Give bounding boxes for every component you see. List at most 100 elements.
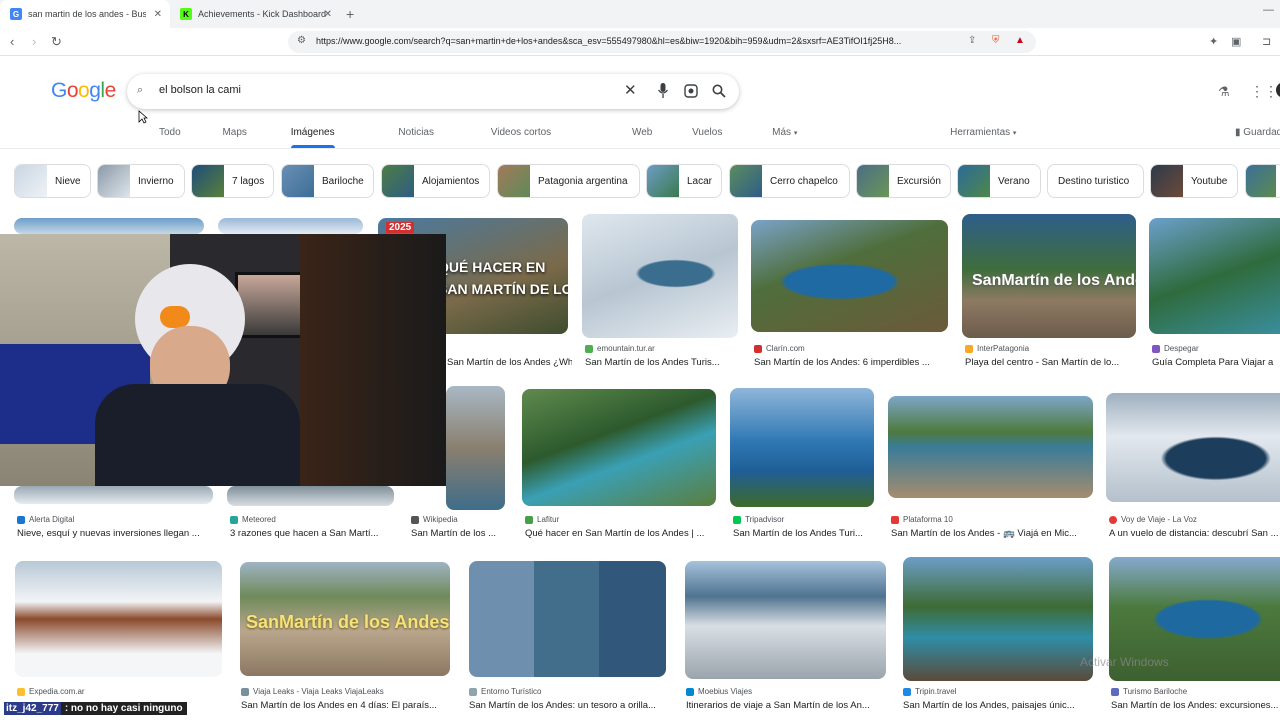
url-field[interactable]: ⚙ https://www.google.com/search?q=san+ma… — [288, 31, 1036, 53]
result-source[interactable]: Tripadvisor — [733, 515, 784, 524]
result-source[interactable]: Despegar — [1152, 344, 1199, 353]
result-caption[interactable]: Nieve, esquí y nuevas inversiones llegan… — [17, 528, 213, 539]
image-result[interactable] — [14, 486, 213, 504]
result-source[interactable]: emountain.tur.ar — [585, 344, 655, 353]
chip-alojamientos[interactable]: Alojamientos — [381, 164, 490, 198]
chip-bariloche[interactable]: Bariloche — [281, 164, 374, 198]
search-input[interactable]: el bolson la cami — [159, 84, 241, 96]
tab-noticias[interactable]: Noticias — [398, 127, 434, 138]
image-result[interactable] — [751, 220, 948, 332]
google-logo[interactable]: Google — [51, 79, 116, 103]
chip-lacar[interactable]: Lacar — [646, 164, 722, 198]
tab-todo[interactable]: Todo — [159, 127, 181, 138]
tab-videos-cortos[interactable]: Videos cortos — [491, 127, 551, 138]
image-result[interactable] — [685, 561, 886, 679]
image-result[interactable] — [15, 561, 222, 677]
search-submit-icon[interactable] — [712, 84, 726, 98]
result-source[interactable]: Moebius Viajes — [686, 687, 752, 696]
result-caption[interactable]: Qué hacer en San Martín de los Andes | .… — [525, 528, 715, 539]
result-caption[interactable]: San Martín de los Andes en 4 días: El pa… — [241, 700, 451, 711]
result-source[interactable]: Meteored — [230, 515, 276, 524]
extensions-icon[interactable]: ✦ — [1209, 35, 1218, 48]
reload-icon[interactable]: ↻ — [51, 34, 62, 50]
tab-web[interactable]: Web — [632, 127, 652, 138]
result-source[interactable]: Turismo Bariloche — [1111, 687, 1187, 696]
image-result[interactable]: SanMartín de los Andes — [962, 214, 1136, 338]
image-result[interactable] — [469, 561, 666, 677]
share-icon[interactable]: ⇪ — [968, 35, 976, 46]
lens-icon[interactable] — [684, 84, 698, 98]
chip-nieve[interactable]: Nieve — [14, 164, 91, 198]
image-result[interactable] — [903, 557, 1093, 681]
apps-grid-icon[interactable]: ⋮⋮ — [1250, 83, 1278, 100]
chip-invierno[interactable]: Invierno — [97, 164, 185, 198]
tab-kick-dashboard[interactable]: K Achievements - Kick Dashboard ✕ — [170, 0, 340, 28]
result-caption[interactable]: San Martín de los Andes: 6 imperdibles .… — [754, 357, 946, 368]
result-caption[interactable]: A un vuelo de distancia: descubrí San ..… — [1109, 528, 1280, 539]
site-info-icon[interactable]: ⚙ — [297, 35, 306, 46]
brave-rewards-icon[interactable]: ▲ — [1015, 35, 1025, 46]
chip-patagonia-argentina[interactable]: Patagonia argentina — [497, 164, 640, 198]
image-result[interactable] — [730, 388, 874, 507]
result-source[interactable]: Entorno Turístico — [469, 687, 541, 696]
result-source[interactable]: Voy de Viaje - La Voz — [1109, 515, 1197, 524]
result-source[interactable]: Wikipedia — [411, 515, 458, 524]
back-icon[interactable]: ‹ — [10, 34, 14, 49]
sidebar-icon[interactable]: ▣ — [1231, 35, 1241, 48]
result-source[interactable]: Lafitur — [525, 515, 559, 524]
result-source[interactable]: Plataforma 10 — [891, 515, 953, 524]
result-caption[interactable]: Guía Completa Para Viajar a — [1152, 357, 1280, 368]
result-source[interactable]: Clarín.com — [754, 344, 805, 353]
image-result[interactable] — [14, 218, 204, 234]
close-tab-icon[interactable]: ✕ — [324, 9, 332, 20]
result-caption[interactable]: San Martín de los Andes - 🚌 Viajá en Mic… — [891, 528, 1091, 539]
result-caption[interactable]: 3 razones que hacen a San Martí... — [230, 528, 390, 539]
image-result[interactable]: SanMartín de los Andes — [240, 562, 450, 676]
tab-maps[interactable]: Maps — [222, 127, 246, 138]
forward-icon[interactable]: › — [32, 34, 36, 49]
search-box[interactable]: ⌕ el bolson la cami ✕ — [127, 74, 739, 109]
result-source[interactable]: Viaja Leaks - Viaja Leaks ViajaLeaks — [241, 687, 384, 696]
result-source[interactable]: Tripin.travel — [903, 687, 957, 696]
result-caption[interactable]: San Martín de los ... — [411, 528, 506, 539]
image-result[interactable] — [888, 396, 1093, 498]
tab-mas[interactable]: Más ▾ — [772, 127, 797, 138]
minimize-icon[interactable]: — — [1263, 4, 1274, 16]
image-result[interactable] — [1149, 218, 1280, 334]
result-caption[interactable]: San Martín de los Andes: un tesoro a ori… — [469, 700, 667, 711]
result-caption[interactable]: San Martín de los Andes: excursiones... — [1111, 700, 1280, 711]
result-caption[interactable]: Itinerarios de viaje a San Martín de los… — [686, 700, 886, 711]
image-result[interactable] — [227, 486, 394, 506]
labs-flask-icon[interactable]: ⚗ — [1218, 84, 1230, 100]
image-result[interactable] — [218, 218, 363, 234]
tab-vuelos[interactable]: Vuelos — [692, 127, 722, 138]
result-source[interactable]: Expedia.com.ar — [17, 687, 85, 696]
result-caption[interactable]: San Martín de los Andes Turis... — [585, 357, 735, 368]
result-caption[interactable]: San Martín de los Andes ¿What ... — [447, 357, 572, 368]
chip-more[interactable] — [1245, 164, 1280, 198]
tab-imagenes[interactable]: Imágenes — [291, 127, 335, 138]
result-caption[interactable]: Playa del centro - San Martín de lo... — [965, 357, 1135, 368]
chip-excursion[interactable]: Excursión — [856, 164, 951, 198]
saved-button[interactable]: ▮ Guardados — [1235, 127, 1280, 138]
chip-verano[interactable]: Verano — [957, 164, 1041, 198]
tab-google-search[interactable]: G san martin de los andes - Buscar ✕ — [0, 0, 170, 28]
result-caption[interactable]: San Martín de los Andes, paisajes únic..… — [903, 700, 1093, 711]
brave-shield-icon[interactable]: ⛨ — [992, 35, 1000, 46]
result-caption[interactable]: San Martín de los Andes Turi... — [733, 528, 873, 539]
new-tab-icon[interactable]: + — [346, 6, 354, 22]
bookmark-icon[interactable]: ⊐ — [1262, 35, 1271, 48]
tools-button[interactable]: Herramientas ▾ — [950, 127, 1016, 138]
microphone-icon[interactable] — [658, 83, 668, 99]
image-result[interactable] — [1106, 393, 1280, 502]
image-result[interactable] — [522, 389, 716, 506]
chip-cerro-chapelco[interactable]: Cerro chapelco — [729, 164, 850, 198]
chip-7-lagos[interactable]: 7 lagos — [191, 164, 274, 198]
clear-icon[interactable]: ✕ — [624, 81, 637, 99]
chip-youtube[interactable]: Youtube — [1150, 164, 1238, 198]
chip-destino-turistico[interactable]: Destino turistico — [1047, 164, 1144, 198]
image-result[interactable] — [582, 214, 738, 338]
image-result[interactable] — [446, 386, 505, 510]
result-source[interactable]: InterPatagonia — [965, 344, 1029, 353]
close-tab-icon[interactable]: ✕ — [154, 9, 162, 20]
